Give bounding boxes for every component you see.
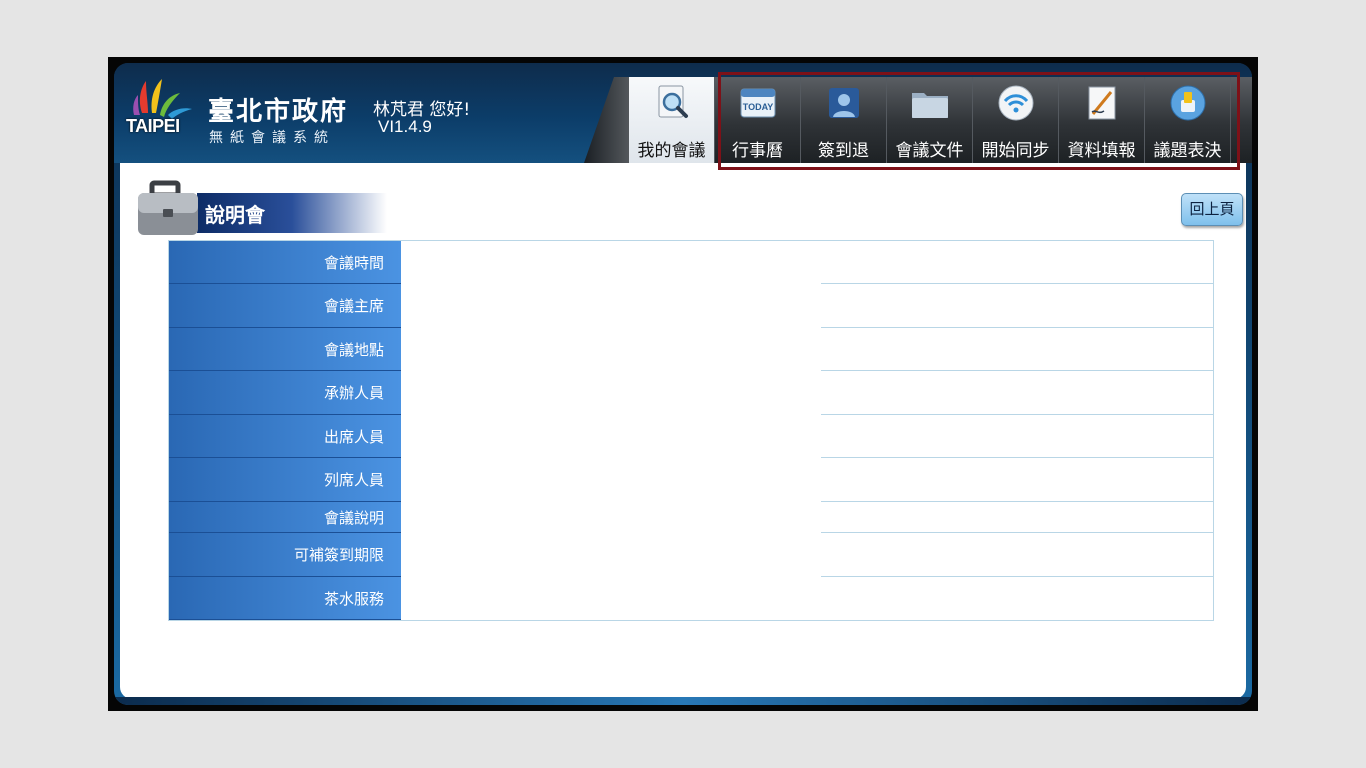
- device-frame: TAIPEI 臺北市政府 無紙會議系統 林芃君 您好! VI1.4.9 我的會議: [108, 57, 1258, 711]
- row-label: 會議說明: [169, 502, 401, 533]
- main-content: 說明會 回上頁 會議時間 會議主席 會議地點 承辦人員 出席人員 列席人員 會議…: [120, 163, 1246, 699]
- table-row: 會議說明: [169, 502, 1213, 533]
- page-title: 說明會: [205, 203, 265, 227]
- table-row: 出席人員: [169, 415, 1213, 458]
- table-row: 承辦人員: [169, 371, 1213, 415]
- table-row: 會議時間: [169, 241, 1213, 284]
- tab-label: 我的會議: [637, 141, 706, 161]
- tab-bar-edge: [584, 77, 634, 163]
- tab-sign-in[interactable]: 簽到退: [801, 77, 887, 163]
- magnifier-document-icon: [658, 85, 688, 118]
- row-label: 可補簽到期限: [169, 533, 401, 577]
- tab-label: 行事曆: [732, 141, 783, 161]
- row-label: 會議地點: [169, 328, 401, 371]
- tab-sync[interactable]: 開始同步: [973, 77, 1059, 163]
- main-tab-bar: 我的會議 TODAY 行事曆 簽到退 會議文件 開始同步 資料填報 議題表決: [629, 77, 1252, 163]
- table-row: 會議地點: [169, 328, 1213, 371]
- row-label: 承辦人員: [169, 371, 401, 415]
- vote-icon: [1170, 85, 1206, 121]
- tab-documents[interactable]: 會議文件: [887, 77, 973, 163]
- tab-label: 資料填報: [1067, 141, 1136, 161]
- system-name: 無紙會議系統: [209, 130, 335, 146]
- row-label: 出席人員: [169, 415, 401, 458]
- pen-document-icon: [1088, 86, 1116, 120]
- tab-label: 議題表決: [1153, 141, 1222, 161]
- tab-data-report[interactable]: 資料填報: [1059, 77, 1145, 163]
- table-row: 會議主席: [169, 284, 1213, 328]
- app-version: VI1.4.9: [378, 117, 432, 136]
- tab-label: 會議文件: [895, 141, 964, 161]
- row-label: 會議時間: [169, 241, 401, 284]
- svg-text:TODAY: TODAY: [743, 102, 774, 112]
- meeting-info-table: 會議時間 會議主席 會議地點 承辦人員 出席人員 列席人員 會議說明 可補簽到期…: [168, 240, 1214, 621]
- person-sign-in-icon: [829, 88, 859, 118]
- app-window: TAIPEI 臺北市政府 無紙會議系統 林芃君 您好! VI1.4.9 我的會議: [114, 63, 1252, 705]
- folder-icon: [912, 93, 948, 118]
- tab-label: 簽到退: [818, 141, 869, 161]
- tab-label: 開始同步: [981, 141, 1050, 161]
- table-row: 茶水服務: [169, 577, 1213, 620]
- table-row: 列席人員: [169, 458, 1213, 502]
- briefcase-icon: [138, 180, 198, 235]
- wifi-sync-icon: [998, 85, 1034, 121]
- row-label: 列席人員: [169, 458, 401, 502]
- table-row: 可補簽到期限: [169, 533, 1213, 577]
- row-label: 會議主席: [169, 284, 401, 328]
- row-label: 茶水服務: [169, 577, 401, 620]
- tab-calendar[interactable]: TODAY 行事曆: [715, 77, 801, 163]
- back-button[interactable]: 回上頁: [1181, 193, 1243, 226]
- logo-text: TAIPEI: [126, 116, 180, 136]
- gov-title: 臺北市政府: [208, 97, 349, 127]
- app-header: TAIPEI 臺北市政府 無紙會議系統 林芃君 您好! VI1.4.9 我的會議: [114, 63, 1252, 163]
- tab-vote[interactable]: 議題表決: [1145, 77, 1231, 163]
- calendar-today-icon: TODAY: [740, 88, 776, 118]
- bottom-frame-bar: [114, 697, 1252, 705]
- tab-my-meetings[interactable]: 我的會議: [629, 77, 715, 163]
